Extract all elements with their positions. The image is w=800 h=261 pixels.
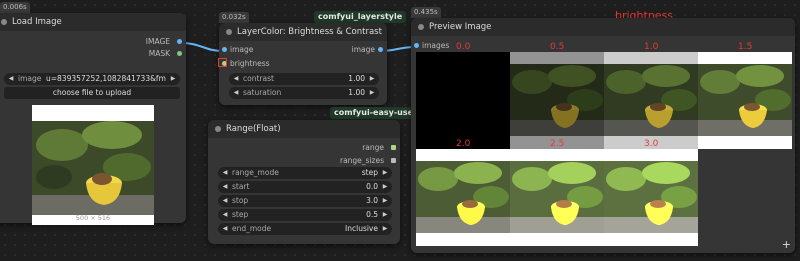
collapse-dot-icon[interactable] [1, 19, 7, 25]
layerstyle-tag: comfyui_layerstyle [314, 11, 407, 23]
end-mode-label: end_mode [232, 224, 272, 233]
output-range-sizes-label: range_sizes [339, 156, 384, 165]
load-image-node[interactable]: Load Image IMAGE MASK ◀ image u=83935725… [0, 13, 186, 225]
range-float-title-bar[interactable]: Range(Float) [208, 120, 400, 138]
collapse-dot-icon[interactable] [215, 126, 221, 132]
start-widget[interactable]: ◀ start 0.0 ▶ [218, 181, 392, 193]
preview-thumbnail[interactable] [416, 52, 510, 149]
contrast-value: 1.00 [348, 74, 365, 83]
image-widget-label: image [18, 74, 42, 83]
start-label: start [232, 182, 250, 191]
plant-bowl-photo [32, 121, 154, 215]
start-value: 0.0 [366, 182, 378, 191]
wire-image-to-layercolor [181, 42, 224, 52]
preview-thumbnail[interactable] [698, 52, 792, 149]
arrow-right-icon[interactable]: ▶ [380, 181, 390, 193]
arrow-right-icon[interactable]: ▶ [380, 209, 390, 221]
stop-widget[interactable]: ◀ stop 3.0 ▶ [218, 195, 392, 207]
arrow-left-icon[interactable]: ◀ [231, 73, 241, 85]
input-image-label: image [230, 45, 254, 54]
loaded-image-preview [32, 105, 154, 225]
step-label: step [232, 210, 249, 219]
arrow-right-icon[interactable]: ▶ [367, 73, 377, 85]
step-value: 0.5 [366, 210, 378, 219]
easy-use-tag: comfyui-easy-use [330, 107, 418, 119]
preview-thumbnail[interactable] [604, 52, 698, 149]
collapse-dot-icon[interactable] [418, 24, 424, 30]
collapse-dot-icon[interactable] [226, 29, 232, 35]
arrow-right-icon[interactable]: ▶ [380, 223, 390, 235]
input-images-label: images [422, 41, 450, 50]
end-mode-value: Inclusive [345, 224, 378, 233]
output-image-slot-label: IMAGE [145, 37, 170, 46]
preview-thumbnail[interactable] [416, 149, 510, 246]
range-float-node[interactable]: Range(Float) range range_sizes ◀ range_m… [208, 120, 400, 244]
brightness-level-label: 2.0 [456, 139, 471, 149]
layercolor-title-bar[interactable]: LayerColor: Brightness & Contrast [219, 23, 387, 41]
saturation-label: saturation [243, 88, 282, 97]
layercolor-node[interactable]: LayerColor: Brightness & Contrast image … [218, 23, 387, 105]
range-float-title: Range(Float) [226, 124, 281, 134]
contrast-widget[interactable]: ◀ contrast 1.00 ▶ [229, 73, 379, 85]
arrow-left-icon[interactable]: ◀ [220, 167, 230, 179]
preview-timing: 0.435s [411, 7, 441, 18]
range-mode-widget[interactable]: ◀ range_mode step ▶ [218, 167, 392, 179]
arrow-left-icon[interactable]: ◀ [220, 223, 230, 235]
preview-thumbnail[interactable] [510, 52, 604, 149]
stop-label: stop [232, 196, 249, 205]
preview-title: Preview Image [429, 22, 492, 32]
arrow-left-icon[interactable]: ◀ [220, 195, 230, 207]
arrow-right-icon[interactable]: ▶ [380, 195, 390, 207]
step-widget[interactable]: ◀ step 0.5 ▶ [218, 209, 392, 221]
output-mask-slot-label: MASK [148, 49, 170, 58]
saturation-value: 1.00 [348, 88, 365, 97]
arrow-left-icon[interactable]: ◀ [220, 209, 230, 221]
contrast-label: contrast [243, 74, 274, 83]
image-combo-widget[interactable]: ◀ image u=839357252,1082841733&fm=2... ▶ [4, 73, 180, 85]
load-image-title: Load Image [12, 17, 62, 27]
arrow-left-icon[interactable]: ◀ [6, 73, 16, 85]
preview-thumbnail[interactable] [604, 149, 698, 246]
load-image-title-bar[interactable]: Load Image [0, 13, 186, 31]
arrow-right-icon[interactable]: ▶ [367, 87, 377, 99]
load-image-timing: 0.006s [0, 2, 30, 13]
brightness-level-label: 1.5 [738, 42, 753, 52]
output-range-label: range [362, 143, 384, 152]
arrow-left-icon[interactable]: ◀ [220, 181, 230, 193]
upload-button[interactable]: choose file to upload [4, 87, 180, 99]
arrow-left-icon[interactable]: ◀ [231, 87, 241, 99]
image-dimensions: 500 × 516 [75, 214, 111, 222]
input-brightness-label: brightness [230, 59, 270, 68]
end-mode-widget[interactable]: ◀ end_mode Inclusive ▶ [218, 223, 392, 235]
brightness-level-label: 1.0 [644, 42, 659, 52]
arrow-right-icon[interactable]: ▶ [168, 73, 178, 85]
brightness-level-label: 0.5 [550, 42, 565, 52]
preview-title-bar[interactable]: Preview Image [411, 18, 795, 36]
output-image-label: image [351, 45, 375, 54]
brightness-level-label: 0.0 [456, 42, 471, 52]
brightness-level-label: 3.0 [644, 139, 659, 149]
arrow-right-icon[interactable]: ▶ [380, 167, 390, 179]
range-mode-value: step [361, 168, 378, 177]
brightness-highlight-box [218, 58, 227, 67]
saturation-widget[interactable]: ◀ saturation 1.00 ▶ [229, 87, 379, 99]
add-button[interactable]: + [782, 238, 791, 251]
brightness-level-label: 2.5 [550, 139, 565, 149]
layercolor-title: LayerColor: Brightness & Contrast [237, 27, 382, 37]
stop-value: 3.0 [366, 196, 378, 205]
preview-thumbnail[interactable] [510, 149, 604, 246]
layercolor-timing: 0.032s [219, 12, 249, 23]
image-widget-value: u=839357252,1082841733&fm=2... [46, 74, 166, 83]
range-mode-label: range_mode [232, 168, 279, 177]
preview-image-node[interactable]: Preview Image images 0.0 0.5 1.0 1.5 2.0 2.5 3… [411, 18, 795, 253]
